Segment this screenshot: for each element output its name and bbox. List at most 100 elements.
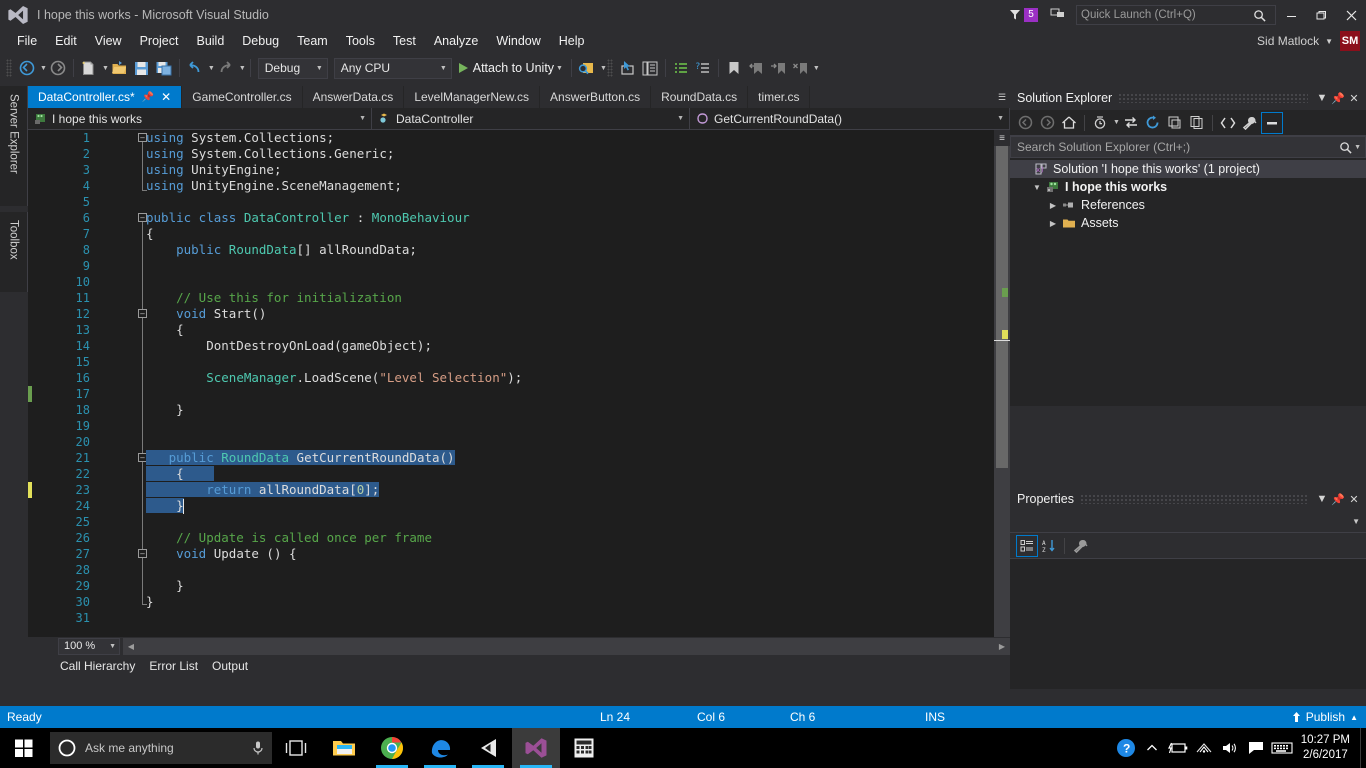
navigate-to-button[interactable] bbox=[617, 56, 639, 80]
edge-button[interactable] bbox=[416, 728, 464, 768]
tab-datacontroller[interactable]: DataController.cs* 📌 ✕ bbox=[28, 86, 183, 108]
tab-error-list[interactable]: Error List bbox=[149, 659, 198, 673]
se-forward-button[interactable] bbox=[1036, 112, 1058, 134]
code-editor-pane[interactable]: 1 2 3 4 5 6 7 8 9 10 11 12 13 14 15 16 1… bbox=[28, 130, 1010, 655]
pin-icon[interactable]: 📌 bbox=[1330, 88, 1346, 108]
save-all-button[interactable] bbox=[153, 56, 175, 80]
header-drag-area[interactable] bbox=[1118, 93, 1308, 103]
editor-horizontal-scrollbar[interactable]: ◀ ▶ bbox=[123, 637, 1010, 655]
solution-platform-combo[interactable]: Any CPU ▼ bbox=[333, 57, 452, 79]
zoom-level-combo[interactable]: 100 % ▼ bbox=[58, 637, 120, 655]
toolbar-overflow-icon[interactable]: ▼ bbox=[813, 65, 820, 72]
previous-bookmark-button[interactable] bbox=[745, 56, 767, 80]
editor-split-handle[interactable]: ≡ bbox=[994, 130, 1010, 146]
open-file-button[interactable] bbox=[109, 56, 131, 80]
se-home-button[interactable] bbox=[1058, 112, 1080, 134]
next-bookmark-button[interactable] bbox=[767, 56, 789, 80]
pin-icon[interactable]: 📌 bbox=[142, 92, 154, 103]
navbar-type-combo[interactable]: DataController ▼ bbox=[372, 108, 690, 129]
find-in-files-button[interactable] bbox=[576, 56, 598, 80]
navbar-member-combo[interactable]: GetCurrentRoundData() ▼ bbox=[690, 108, 1010, 129]
properties-categorized-button[interactable] bbox=[1016, 534, 1038, 557]
scroll-right-button[interactable]: ▶ bbox=[994, 638, 1010, 655]
menu-view[interactable]: View bbox=[86, 32, 131, 50]
attach-to-unity-button[interactable]: Attach to Unity ▼ bbox=[455, 56, 567, 80]
properties-events-button[interactable] bbox=[1069, 535, 1091, 557]
undo-dropdown-icon[interactable]: ▼ bbox=[208, 65, 215, 72]
calculator-button[interactable] bbox=[560, 728, 608, 768]
tab-gamecontroller[interactable]: GameController.cs bbox=[182, 86, 303, 108]
code-text-layer[interactable]: using System.Collections; using System.C… bbox=[146, 130, 1010, 626]
new-project-dropdown-icon[interactable]: ▼ bbox=[102, 65, 109, 72]
find-dropdown-icon[interactable]: ▼ bbox=[600, 65, 607, 72]
tab-answerdata[interactable]: AnswerData.cs bbox=[302, 86, 405, 108]
indicator-margin[interactable] bbox=[32, 130, 50, 655]
chevron-collapsed-icon[interactable]: ▶ bbox=[1046, 219, 1060, 228]
unity-button[interactable] bbox=[464, 728, 512, 768]
panel-menu-button[interactable]: ▼ bbox=[1314, 489, 1330, 509]
menu-debug[interactable]: Debug bbox=[233, 32, 288, 50]
se-pending-changes-button[interactable] bbox=[1089, 112, 1111, 134]
feedback-icon[interactable] bbox=[1050, 7, 1066, 24]
action-center-icon[interactable] bbox=[1243, 728, 1269, 768]
properties-object-combo[interactable]: ▼ bbox=[1010, 511, 1366, 533]
tree-item-solution[interactable]: x) Solution 'I hope this works' (1 proje… bbox=[1010, 160, 1366, 178]
se-collapse-all-button[interactable] bbox=[1164, 112, 1186, 134]
close-icon[interactable]: ✕ bbox=[1346, 489, 1362, 509]
close-icon[interactable]: ✕ bbox=[1346, 88, 1362, 108]
clear-bookmarks-button[interactable] bbox=[789, 56, 811, 80]
toggle-bookmark-button[interactable] bbox=[723, 56, 745, 80]
toolbar-grip[interactable] bbox=[6, 59, 12, 77]
tab-overflow-button[interactable]: ☰ bbox=[994, 86, 1010, 108]
navigate-backward-button[interactable] bbox=[16, 56, 38, 80]
tree-item-references[interactable]: ▶ References bbox=[1010, 196, 1366, 214]
editor-vertical-scrollbar[interactable]: ▲ ▼ bbox=[994, 130, 1010, 655]
solution-explorer-search-input[interactable] bbox=[1017, 140, 1340, 154]
menu-file[interactable]: File bbox=[8, 32, 46, 50]
menu-test[interactable]: Test bbox=[384, 32, 425, 50]
toolbox-tab[interactable]: Toolbox bbox=[0, 212, 28, 292]
help-notification-icon[interactable]: ? bbox=[1113, 728, 1139, 768]
close-icon[interactable]: ✕ bbox=[161, 90, 171, 104]
se-view-code-button[interactable] bbox=[1217, 112, 1239, 134]
se-refresh-button[interactable] bbox=[1142, 112, 1164, 134]
tree-item-project[interactable]: ▼ I hope this works bbox=[1010, 178, 1366, 196]
se-preview-selected-button[interactable] bbox=[1260, 111, 1283, 134]
chevron-down-icon[interactable]: ▼ bbox=[556, 65, 563, 72]
menu-build[interactable]: Build bbox=[187, 32, 233, 50]
start-button[interactable] bbox=[0, 728, 48, 768]
notifications-button[interactable]: 5 bbox=[1008, 8, 1038, 22]
chevron-expanded-icon[interactable]: ▼ bbox=[1030, 183, 1044, 192]
show-hidden-icons-button[interactable] bbox=[1139, 728, 1165, 768]
tab-answerbutton[interactable]: AnswerButton.cs bbox=[540, 86, 652, 108]
comment-selection-button[interactable] bbox=[670, 56, 692, 80]
cortana-search-box[interactable]: Ask me anything bbox=[50, 732, 272, 764]
se-properties-button[interactable] bbox=[1239, 112, 1261, 134]
solution-explorer-search[interactable]: ▼ bbox=[1010, 136, 1366, 158]
toolbar-grip-2[interactable] bbox=[606, 59, 613, 77]
chrome-button[interactable] bbox=[368, 728, 416, 768]
se-sync-button[interactable] bbox=[1120, 112, 1142, 134]
microphone-icon[interactable] bbox=[252, 740, 264, 756]
menu-window[interactable]: Window bbox=[487, 32, 549, 50]
menu-help[interactable]: Help bbox=[550, 32, 594, 50]
task-view-button[interactable] bbox=[272, 728, 320, 768]
account-area[interactable]: Sid Matlock ▼ SM bbox=[1257, 30, 1360, 52]
touch-keyboard-icon[interactable] bbox=[1269, 728, 1295, 768]
menu-project[interactable]: Project bbox=[131, 32, 188, 50]
tab-levelmanagernew[interactable]: LevelManagerNew.cs bbox=[404, 86, 541, 108]
scrollbar-thumb[interactable] bbox=[996, 146, 1008, 468]
menu-edit[interactable]: Edit bbox=[46, 32, 86, 50]
menu-team[interactable]: Team bbox=[288, 32, 337, 50]
navbar-project-combo[interactable]: I hope this works ▼ bbox=[28, 108, 372, 129]
volume-icon[interactable] bbox=[1217, 728, 1243, 768]
properties-grid[interactable] bbox=[1010, 559, 1366, 689]
redo-dropdown-icon[interactable]: ▼ bbox=[239, 65, 246, 72]
tab-output[interactable]: Output bbox=[212, 659, 248, 673]
back-dropdown-icon[interactable]: ▼ bbox=[40, 65, 47, 72]
show-desktop-button[interactable] bbox=[1360, 728, 1366, 768]
server-explorer-tab[interactable]: Server Explorer bbox=[0, 86, 28, 206]
redo-button[interactable] bbox=[215, 56, 237, 80]
wifi-icon[interactable] bbox=[1191, 728, 1217, 768]
publish-button[interactable]: Publish ▲ bbox=[1291, 710, 1358, 724]
